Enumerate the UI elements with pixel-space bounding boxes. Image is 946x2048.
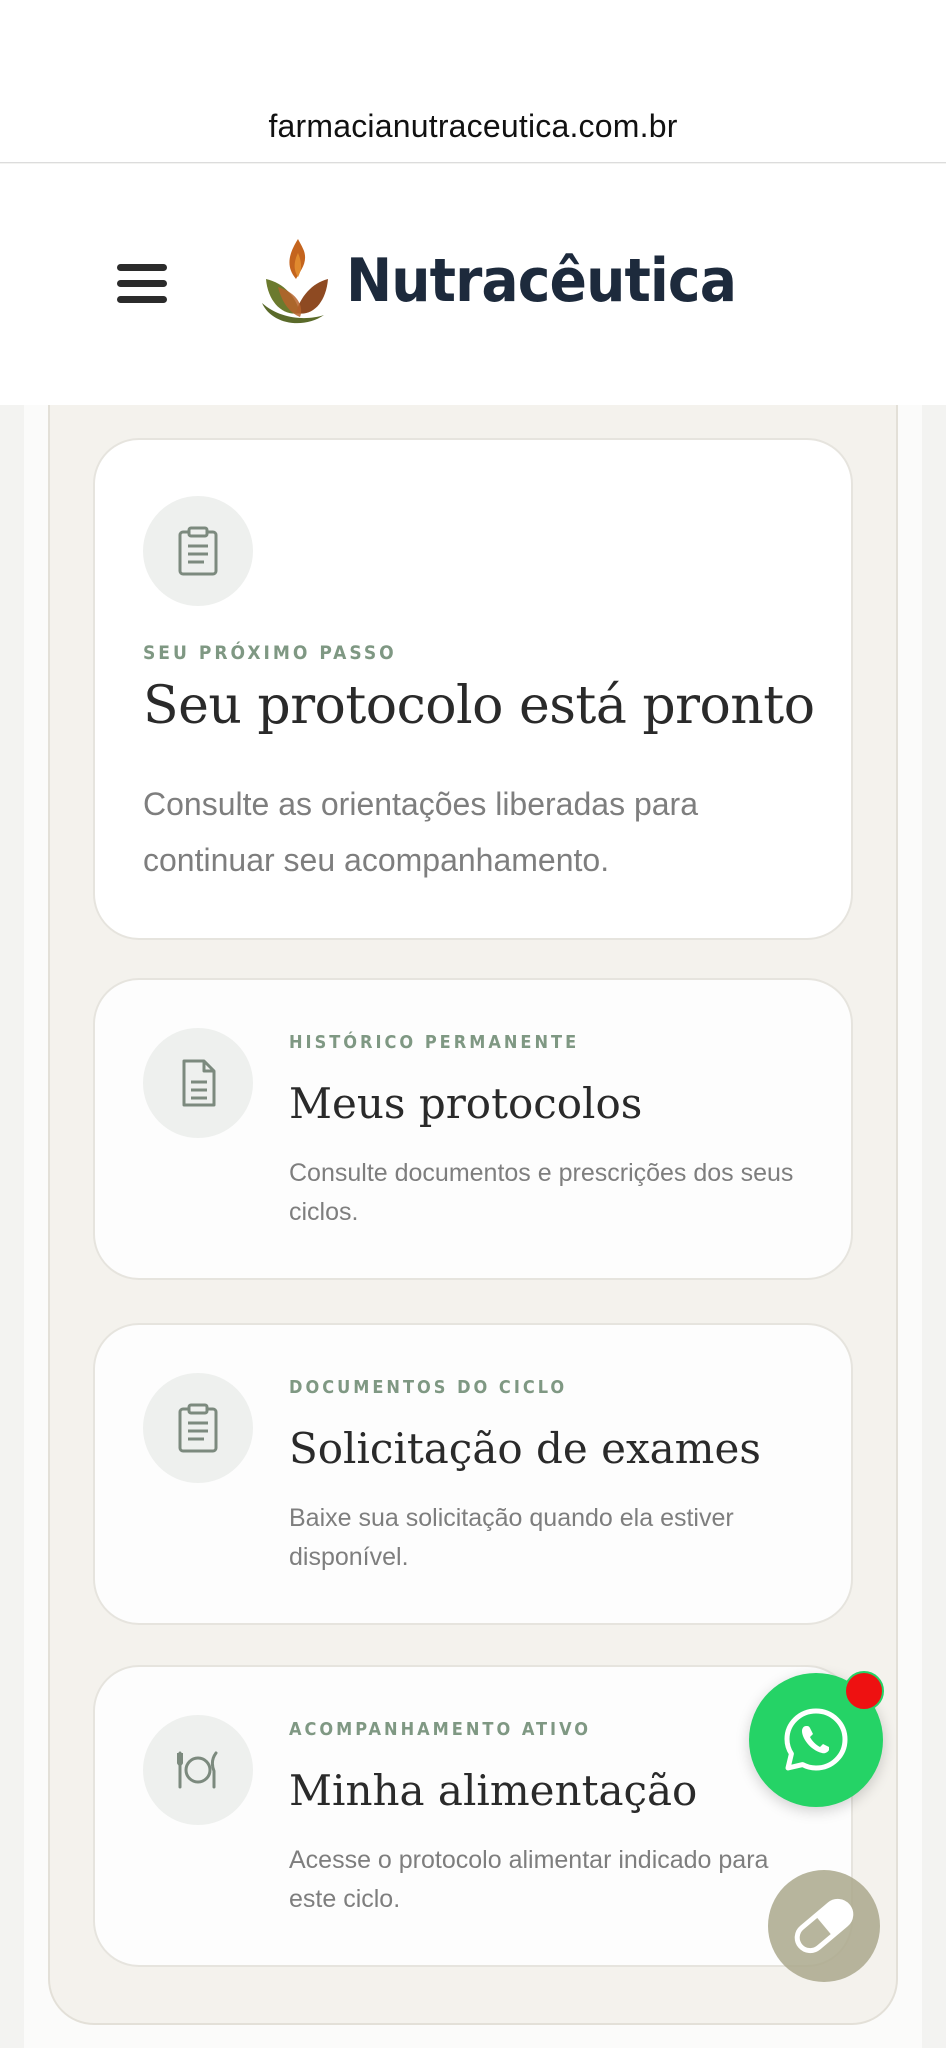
pill-icon: [794, 1898, 854, 1954]
card-my-nutrition[interactable]: ACOMPANHAMENTO ATIVO Minha alimentação A…: [93, 1665, 853, 1967]
browser-url-bar[interactable]: farmacianutraceutica.com.br: [0, 0, 946, 163]
pill-button[interactable]: [768, 1870, 880, 1982]
leaf-flame-logo-icon: [262, 239, 328, 324]
document-icon: [143, 1028, 253, 1138]
site-header: Nutracêutica: [0, 164, 946, 405]
card-text: ACOMPANHAMENTO ATIVO Minha alimentação A…: [289, 1719, 819, 1919]
card-description: Baixe sua solicitação quando ela estiver…: [289, 1504, 734, 1571]
card-eyebrow: DOCUMENTOS DO CICLO: [289, 1377, 568, 1398]
hamburger-menu-icon[interactable]: [117, 264, 167, 304]
card-description: Acesse o protocolo alimentar indicado pa…: [289, 1846, 769, 1913]
whatsapp-icon: [784, 1708, 848, 1771]
brand-name: Nutracêutica: [346, 246, 737, 316]
card-eyebrow: HISTÓRICO PERMANENTE: [289, 1032, 580, 1053]
clipboard-icon: [143, 496, 253, 606]
card-title: Minha alimentação: [289, 1766, 698, 1815]
url-text[interactable]: farmacianutraceutica.com.br: [0, 108, 946, 145]
card-exam-request[interactable]: DOCUMENTOS DO CICLO Solicitação de exame…: [93, 1323, 853, 1625]
card-description: Consulte as orientações liberadas para c…: [143, 786, 698, 878]
site-logo[interactable]: Nutracêutica: [258, 226, 770, 336]
notification-badge: [844, 1671, 884, 1711]
card-text: DOCUMENTOS DO CICLO Solicitação de exame…: [289, 1377, 819, 1577]
card-title: Meus protocolos: [289, 1079, 643, 1128]
clipboard-icon: [143, 1373, 253, 1483]
card-title: Solicitação de exames: [289, 1424, 761, 1473]
card-text: HISTÓRICO PERMANENTE Meus protocolos Con…: [289, 1032, 819, 1232]
card-eyebrow: ACOMPANHAMENTO ATIVO: [289, 1719, 592, 1740]
plate-cutlery-icon: [143, 1715, 253, 1825]
card-description: Consulte documentos e prescrições dos se…: [289, 1159, 794, 1226]
card-next-step[interactable]: SEU PRÓXIMO PASSO Seu protocolo está pro…: [93, 438, 853, 940]
card-title: Seu protocolo está pronto: [143, 676, 815, 736]
card-eyebrow: SEU PRÓXIMO PASSO: [143, 642, 397, 664]
card-my-protocols[interactable]: HISTÓRICO PERMANENTE Meus protocolos Con…: [93, 978, 853, 1280]
